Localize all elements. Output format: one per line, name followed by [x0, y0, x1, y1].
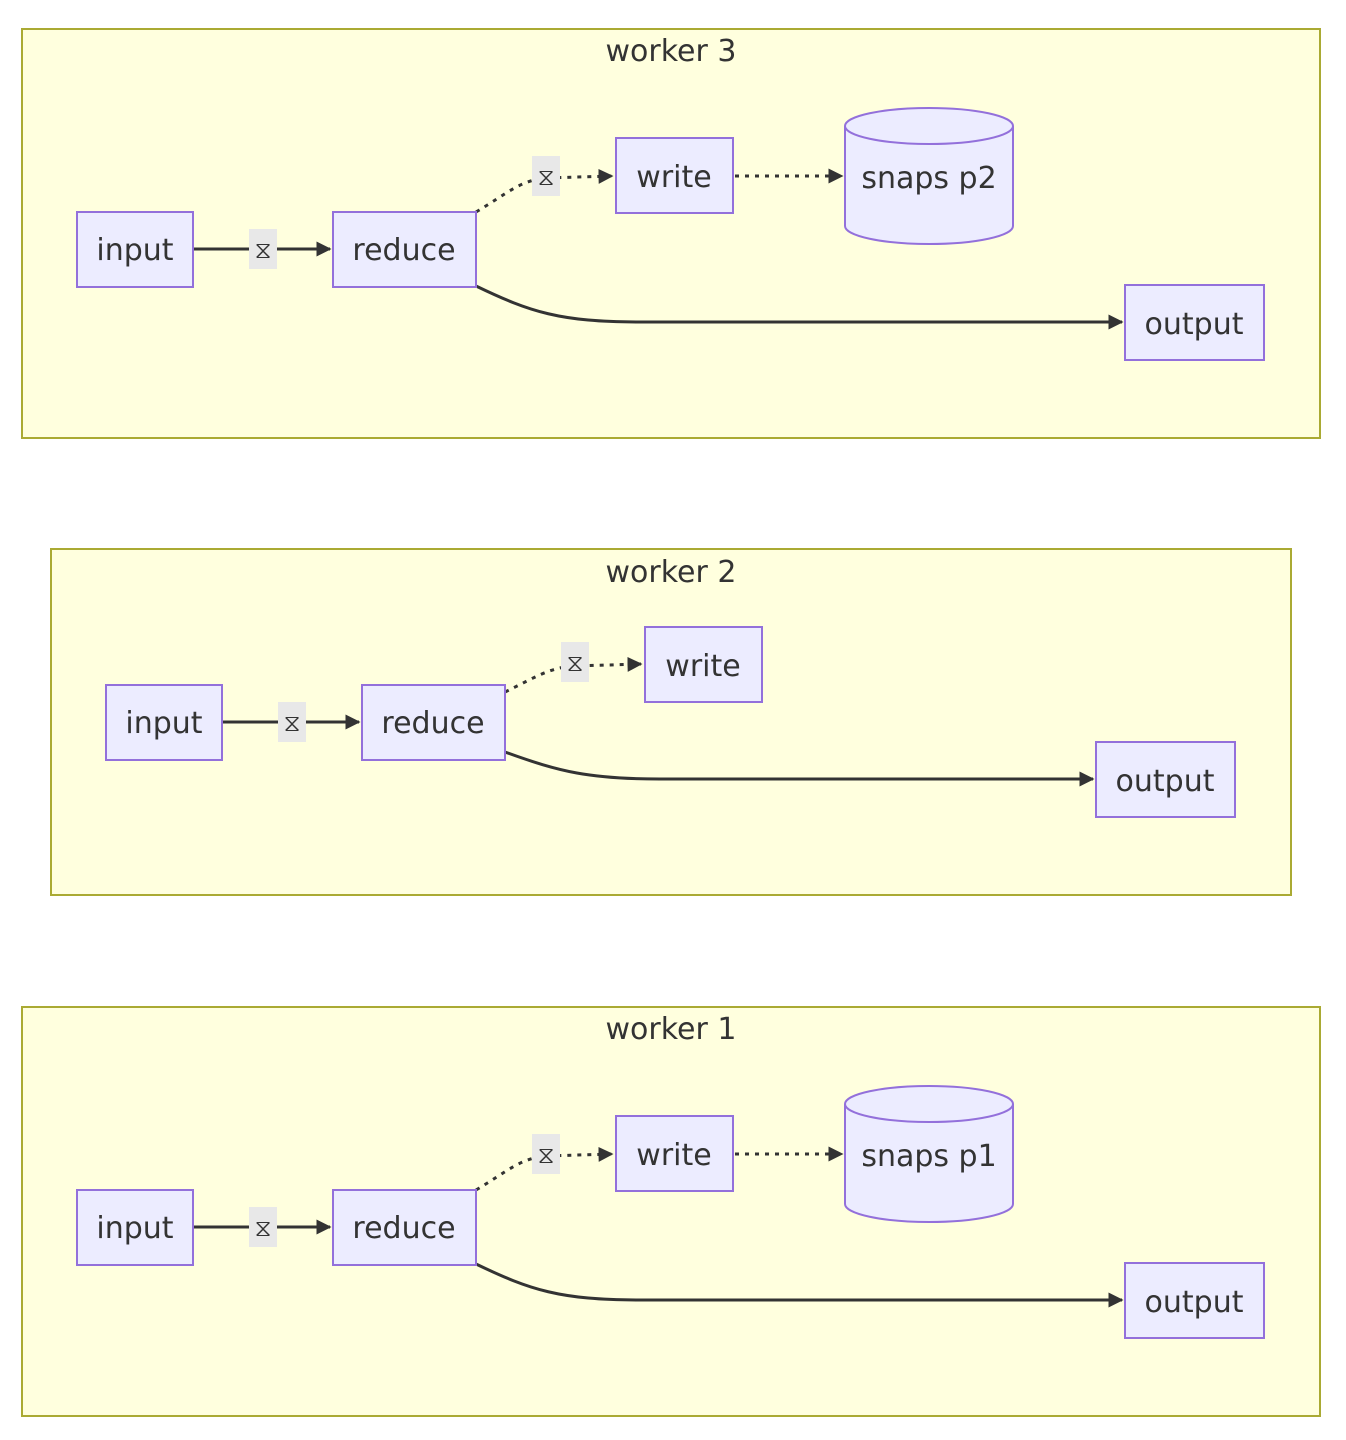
node-write[interactable]: write: [644, 626, 763, 703]
node-reduce[interactable]: reduce: [361, 684, 506, 761]
cluster-title: worker 1: [606, 1012, 737, 1047]
node-reduce[interactable]: reduce: [332, 1189, 477, 1266]
node-input[interactable]: input: [76, 1189, 194, 1266]
node-database-snaps-p2[interactable]: snaps p2: [844, 107, 1014, 245]
cluster-worker-2: worker 2 ⧖ ⧖ input reduce write output: [50, 548, 1292, 896]
node-label: write: [636, 1138, 711, 1173]
node-label: reduce: [352, 1211, 455, 1246]
node-label: output: [1145, 1285, 1244, 1320]
node-label: write: [636, 160, 711, 195]
node-write[interactable]: write: [615, 1115, 734, 1192]
node-label: output: [1145, 307, 1244, 342]
hourglass-icon: ⧖: [567, 649, 584, 677]
node-output[interactable]: output: [1124, 1262, 1265, 1339]
node-output[interactable]: output: [1124, 284, 1265, 361]
node-input[interactable]: input: [76, 211, 194, 288]
node-label: input: [125, 706, 202, 741]
node-label: snaps p1: [861, 1139, 996, 1174]
cluster-box: [21, 28, 1321, 439]
node-label: reduce: [381, 706, 484, 741]
node-database-snaps-p1[interactable]: snaps p1: [844, 1085, 1014, 1223]
hourglass-icon: ⧖: [538, 1141, 555, 1169]
hourglass-icon: ⧖: [255, 236, 272, 264]
node-label: snaps p2: [861, 161, 996, 196]
node-label: output: [1116, 764, 1215, 799]
node-label: input: [96, 1211, 173, 1246]
diagram-canvas: worker 3 ⧖ ⧖ input reduce write snaps p2: [21, 28, 1321, 1417]
cluster-worker-3: worker 3 ⧖ ⧖ input reduce write snaps p2: [21, 28, 1321, 439]
hourglass-icon: ⧖: [538, 163, 555, 191]
node-write[interactable]: write: [615, 137, 734, 214]
node-reduce[interactable]: reduce: [332, 211, 477, 288]
node-label: input: [96, 233, 173, 268]
node-output[interactable]: output: [1095, 741, 1236, 818]
hourglass-icon: ⧖: [284, 709, 301, 737]
hourglass-icon: ⧖: [255, 1214, 272, 1242]
node-input[interactable]: input: [105, 684, 223, 761]
node-label: write: [665, 649, 740, 684]
cluster-box: [21, 1006, 1321, 1417]
cluster-title: worker 3: [606, 34, 737, 69]
node-label: reduce: [352, 233, 455, 268]
cluster-worker-1: worker 1 ⧖ ⧖ input reduce write snaps p1: [21, 1006, 1321, 1417]
cluster-title: worker 2: [606, 555, 737, 590]
